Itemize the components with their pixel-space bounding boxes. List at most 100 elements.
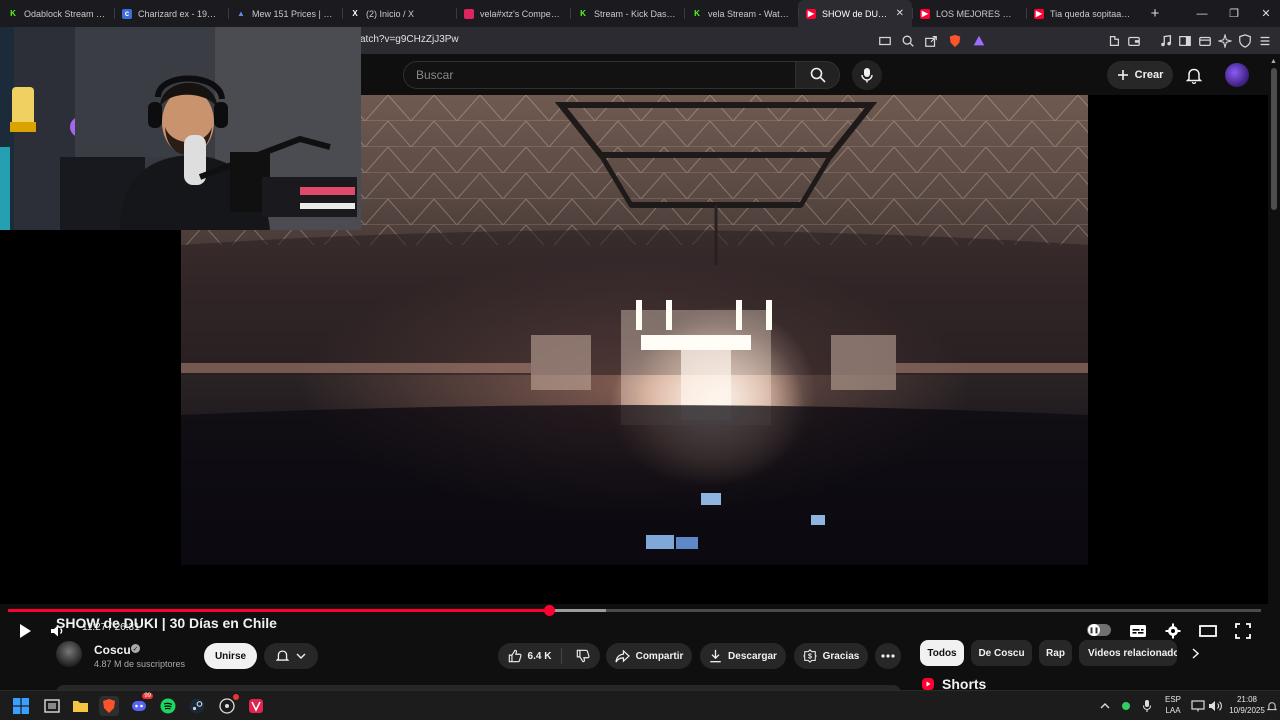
taskbar: 99 ESP LAA 21:08 10/9/2025 xyxy=(0,690,1280,720)
new-tab-button[interactable]: + xyxy=(1144,3,1166,25)
wallet-icon[interactable] xyxy=(1125,32,1142,49)
close-tab-icon[interactable]: ✕ xyxy=(892,8,904,19)
brave-rewards-icon[interactable] xyxy=(970,32,987,49)
svg-text:$: $ xyxy=(808,654,812,661)
create-button[interactable]: Crear xyxy=(1107,61,1173,89)
tab-odablock[interactable]: K Odablock Stream - Wa xyxy=(0,0,114,27)
tab-kick-dashboard[interactable]: K Stream - Kick Dashboa xyxy=(570,0,684,27)
share-page-icon[interactable] xyxy=(922,32,939,49)
leo-ai-icon[interactable] xyxy=(1216,32,1233,49)
search-button[interactable] xyxy=(795,61,840,89)
tab-mew-prices[interactable]: ▲ Mew 151 Prices | Mew xyxy=(228,0,342,27)
progress-bar[interactable] xyxy=(8,605,1261,616)
scrubber-handle[interactable] xyxy=(544,605,556,616)
cast-icon[interactable] xyxy=(876,32,893,49)
webcam-image xyxy=(0,27,361,230)
menu-icon[interactable] xyxy=(1256,32,1273,49)
tab-label: LOS MEJORES CLIPS D xyxy=(936,8,1018,19)
recording-indicator-icon xyxy=(233,694,239,700)
brave-browser-button[interactable] xyxy=(99,696,119,716)
search-input[interactable] xyxy=(403,61,795,89)
windows-logo-icon xyxy=(13,698,29,714)
task-view-button[interactable] xyxy=(42,696,62,716)
keyboard-layout[interactable]: LAA xyxy=(1160,706,1186,716)
chip-rap[interactable]: Rap xyxy=(1039,640,1072,666)
thanks-label: Gracias xyxy=(822,650,860,662)
app-icon xyxy=(249,699,263,713)
chip-de-coscu[interactable]: De Coscu xyxy=(971,640,1032,666)
tray-app-button[interactable] xyxy=(1116,696,1136,716)
super-thanks-icon: $ xyxy=(802,649,817,663)
download-icon xyxy=(710,649,721,663)
steam-icon xyxy=(189,698,205,714)
notifications-button[interactable] xyxy=(1182,63,1206,87)
thanks-button[interactable]: $ Gracias xyxy=(794,643,868,669)
steam-button[interactable] xyxy=(187,696,207,716)
chips-next-button[interactable] xyxy=(1185,643,1205,663)
chip-videos-relacionados[interactable]: Videos relacionados xyxy=(1079,640,1177,666)
like-button[interactable]: 6.4 K xyxy=(508,648,563,664)
extensions-icon[interactable] xyxy=(1105,32,1122,49)
brave-shield-icon[interactable] xyxy=(946,32,963,49)
clock-date[interactable]: 10/9/2025 xyxy=(1226,706,1268,716)
folder-icon xyxy=(72,701,88,712)
sidebar-icon[interactable] xyxy=(1176,32,1193,49)
music-icon[interactable] xyxy=(1157,32,1174,49)
notification-settings-button[interactable] xyxy=(264,643,318,669)
tray-microphone-button[interactable] xyxy=(1137,696,1157,716)
chip-todos[interactable]: Todos xyxy=(920,640,964,666)
thumbs-up-icon xyxy=(508,649,522,663)
tab-vela-competitive[interactable]: vela#xtz's Competitive xyxy=(456,0,570,27)
windows-start-button[interactable] xyxy=(11,696,31,716)
bell-icon xyxy=(276,650,289,661)
tab-tia-queda[interactable]: ▶ Tia queda sopitaa? € xyxy=(1026,0,1140,27)
autoplay-toggle[interactable]: ❚❚ xyxy=(1087,624,1111,636)
played-fill xyxy=(8,609,550,612)
fullscreen-button[interactable] xyxy=(1230,618,1256,644)
voice-search-button[interactable] xyxy=(852,60,882,90)
shield-icon[interactable] xyxy=(1236,32,1253,49)
chart-icon: ▲ xyxy=(237,9,245,18)
more-actions-button[interactable] xyxy=(875,643,901,669)
clock-time[interactable]: 21:08 xyxy=(1226,695,1268,705)
tab-vela-stream[interactable]: K vela Stream - Watch Li xyxy=(684,0,798,27)
scroll-up-arrow-icon[interactable]: ▲ xyxy=(1270,58,1277,65)
spotify-icon xyxy=(160,698,176,714)
tray-overflow-button[interactable] xyxy=(1095,696,1115,716)
dislike-button[interactable] xyxy=(568,649,590,663)
tab-charizard[interactable]: c Charizard ex - 199/165 xyxy=(114,0,228,27)
file-explorer-button[interactable] xyxy=(70,696,90,716)
minimize-icon[interactable]: — xyxy=(1186,0,1218,27)
spotify-button[interactable] xyxy=(158,696,178,716)
notification-center-button[interactable] xyxy=(1266,696,1278,716)
close-window-icon[interactable]: ✕ xyxy=(1250,0,1280,27)
microphone-icon xyxy=(1142,700,1152,712)
page-scrollbar[interactable]: ▲ xyxy=(1268,54,1280,690)
url-text[interactable]: atch?v=g9CHzZjJ3Pw xyxy=(360,34,459,45)
tab-show-de-duki[interactable]: ▶ SHOW de DUKI | 3 ✕ xyxy=(798,0,912,27)
download-label: Descargar xyxy=(728,650,777,662)
discord-button[interactable]: 99 xyxy=(129,693,153,716)
restore-icon[interactable]: ❐ xyxy=(1218,0,1250,27)
tab-los-mejores-clips[interactable]: ▶ LOS MEJORES CLIPS D xyxy=(912,0,1026,27)
theater-mode-button[interactable] xyxy=(1195,618,1221,644)
gear-icon xyxy=(1165,623,1181,639)
share-button[interactable]: Compartir xyxy=(606,643,692,669)
vpn-icon[interactable] xyxy=(1196,32,1213,49)
shorts-icon xyxy=(922,678,934,690)
channel-avatar[interactable] xyxy=(56,641,82,667)
zoom-icon[interactable] xyxy=(899,32,916,49)
channel-name[interactable]: Coscu xyxy=(94,643,131,657)
tab-x[interactable]: X (2) Inicio / X xyxy=(342,0,456,27)
volume-button[interactable] xyxy=(1205,696,1225,716)
obs-button[interactable] xyxy=(217,694,239,716)
account-avatar[interactable] xyxy=(1225,63,1249,87)
input-language[interactable]: ESP xyxy=(1160,695,1186,705)
join-button[interactable]: Unirse xyxy=(204,643,257,669)
vivaldi-button[interactable] xyxy=(246,696,266,716)
download-button[interactable]: Descargar xyxy=(700,643,786,669)
discord-badge: 99 xyxy=(142,693,153,699)
scrollbar-thumb[interactable] xyxy=(1271,68,1277,210)
play-button[interactable] xyxy=(12,618,38,644)
chevron-down-icon xyxy=(296,653,306,659)
